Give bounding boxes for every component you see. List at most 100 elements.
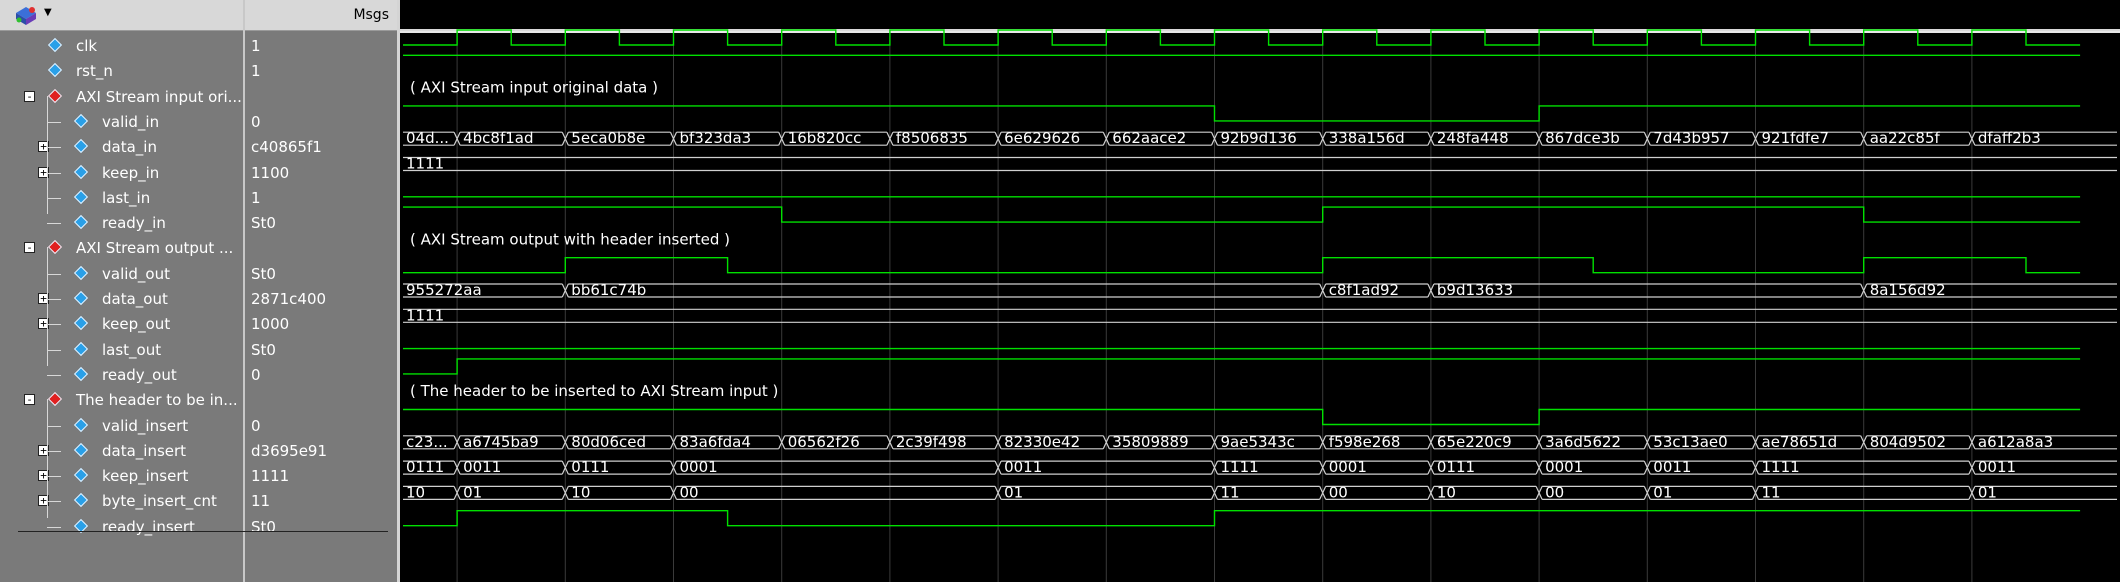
bus-value-label: 1111 xyxy=(406,155,444,173)
signal-row-10[interactable]: + data_out xyxy=(0,287,243,312)
bus-value-label: 0111 xyxy=(406,458,444,476)
value-row-10: 2871c400 xyxy=(245,287,397,312)
waveform-pane[interactable]: 04d... 4bc8f1ad 5eca0b8e bf323da3 16b820cc f8… xyxy=(400,0,2120,582)
bus-value-label: 5eca0b8e xyxy=(571,129,645,147)
group-title: ( AXI Stream output with header inserted… xyxy=(410,230,730,248)
signal-icon xyxy=(73,341,89,356)
bus-value-label: 01 xyxy=(1978,483,1997,501)
signal-row-6[interactable]: last_in xyxy=(0,186,243,211)
collapse-icon[interactable]: - xyxy=(24,394,35,406)
signal-row-13[interactable]: ready_out xyxy=(0,363,243,388)
signal-row-11[interactable]: + keep_out xyxy=(0,312,243,337)
signal-name: valid_out xyxy=(102,264,170,283)
signal-icon xyxy=(73,139,89,154)
value-row-12: St0 xyxy=(245,338,397,363)
signal-value: 2871c400 xyxy=(251,290,327,308)
bus-value-label: 0001 xyxy=(680,458,718,476)
signal-row-17[interactable]: + keep_insert xyxy=(0,464,243,489)
bus-value-label: f8506835 xyxy=(896,129,968,147)
bit-wave-3 xyxy=(403,105,2081,122)
bus-value-label: 00 xyxy=(680,483,699,501)
bus-value-label: 10 xyxy=(1437,483,1456,501)
collapse-icon[interactable]: - xyxy=(24,90,35,102)
signal-row-12[interactable]: last_out xyxy=(0,338,243,363)
signal-icon xyxy=(73,493,89,508)
signal-row-4[interactable]: + data_in xyxy=(0,135,243,160)
cursor-row-marker xyxy=(18,531,388,532)
bus-value-label: 1111 xyxy=(1762,458,1800,476)
bus-value-label: 80d06ced xyxy=(571,433,646,451)
signal-names-pane: ▼ clk rst_n - AXI Stream input ori... valid_… xyxy=(0,0,245,582)
value-row-14 xyxy=(245,388,397,413)
signal-row-18[interactable]: + byte_insert_cnt xyxy=(0,489,243,514)
signal-value: 1 xyxy=(251,62,261,81)
bus-value-label: 83a6fda4 xyxy=(680,433,751,451)
bus-segment xyxy=(403,308,2117,323)
signal-name: The header to be in... xyxy=(76,391,238,410)
value-row-7: St0 xyxy=(245,211,397,236)
value-row-18: 11 xyxy=(245,489,397,514)
signal-values-pane: Msgs 1 1 0 c40865f1 1100 1 St0 St0 2871c400 1000 S… xyxy=(245,0,400,582)
tree-connector xyxy=(47,349,61,351)
tree-connector xyxy=(47,425,61,427)
group-title: ( The header to be inserted to AXI Strea… xyxy=(410,382,778,400)
signal-icon xyxy=(73,164,89,179)
value-row-1: 1 xyxy=(245,59,397,84)
value-row-5: 1100 xyxy=(245,161,397,186)
bus-value-label: 53c13ae0 xyxy=(1653,433,1727,451)
bus-value-label: 1111 xyxy=(1221,458,1259,476)
value-row-9: St0 xyxy=(245,262,397,287)
bus-value-label: 6e629626 xyxy=(1004,129,1080,147)
bus-value-label: 10 xyxy=(406,483,425,501)
signal-value: 0 xyxy=(251,112,261,131)
signal-row-2[interactable]: - AXI Stream input ori... xyxy=(0,85,243,110)
bit-wave-19 xyxy=(403,510,2081,527)
value-row-13: 0 xyxy=(245,363,397,388)
group-title: ( AXI Stream input original data ) xyxy=(410,79,658,97)
signal-value: St0 xyxy=(251,340,276,359)
signal-row-0[interactable]: clk xyxy=(0,34,243,59)
dropdown-arrow-icon[interactable]: ▼ xyxy=(44,7,52,18)
bus-value-label: f598e268 xyxy=(1329,433,1401,451)
bus-value-label: 00 xyxy=(1545,483,1564,501)
value-row-17: 1111 xyxy=(245,464,397,489)
signal-row-16[interactable]: + data_insert xyxy=(0,439,243,464)
value-row-4: c40865f1 xyxy=(245,135,397,160)
signal-row-15[interactable]: valid_insert xyxy=(0,414,243,439)
collapse-icon[interactable]: - xyxy=(24,242,35,254)
signal-row-8[interactable]: - AXI Stream output ... xyxy=(0,236,243,261)
bus-value-label: 01 xyxy=(1004,483,1023,501)
bus-value-label: aa22c85f xyxy=(1870,129,1941,147)
signal-icon xyxy=(73,468,89,483)
waveform-canvas[interactable]: 04d... 4bc8f1ad 5eca0b8e bf323da3 16b820cc f8… xyxy=(400,0,2120,582)
bus-value-label: bf323da3 xyxy=(680,129,752,147)
bit-wave-7 xyxy=(403,206,2081,223)
values-header: Msgs xyxy=(245,0,397,31)
signal-row-9[interactable]: valid_out xyxy=(0,262,243,287)
bus-segment xyxy=(568,283,1320,298)
bit-wave-13 xyxy=(403,358,2081,375)
signal-value: 0 xyxy=(251,365,261,384)
signal-row-7[interactable]: ready_in xyxy=(0,211,243,236)
signal-value: 1000 xyxy=(251,315,290,334)
signal-name: data_insert xyxy=(102,441,187,460)
signal-row-1[interactable]: rst_n xyxy=(0,59,243,84)
tree-connector xyxy=(47,324,61,326)
bus-value-label: 9ae5343c xyxy=(1221,433,1295,451)
signal-name: AXI Stream input ori... xyxy=(76,87,242,106)
bus-value-label: 01 xyxy=(463,483,482,501)
bus-value-label: 3a6d5622 xyxy=(1545,433,1621,451)
tree-connector xyxy=(47,501,61,503)
signal-row-19[interactable]: ready_insert xyxy=(0,515,243,540)
tree-connector xyxy=(47,374,61,376)
bus-value-label: 7d43b957 xyxy=(1653,129,1729,147)
signal-name: last_out xyxy=(102,340,162,359)
signal-row-5[interactable]: + keep_in xyxy=(0,161,243,186)
signal-row-14[interactable]: - The header to be in... xyxy=(0,388,243,413)
bus-value-label: 0011 xyxy=(463,458,501,476)
wave-logo-icon[interactable] xyxy=(14,6,38,26)
signal-name: last_in xyxy=(102,188,151,207)
bus-value-label: b9d13633 xyxy=(1437,281,1513,299)
signal-row-3[interactable]: valid_in xyxy=(0,110,243,135)
bus-value-label: 955272aa xyxy=(406,281,482,299)
